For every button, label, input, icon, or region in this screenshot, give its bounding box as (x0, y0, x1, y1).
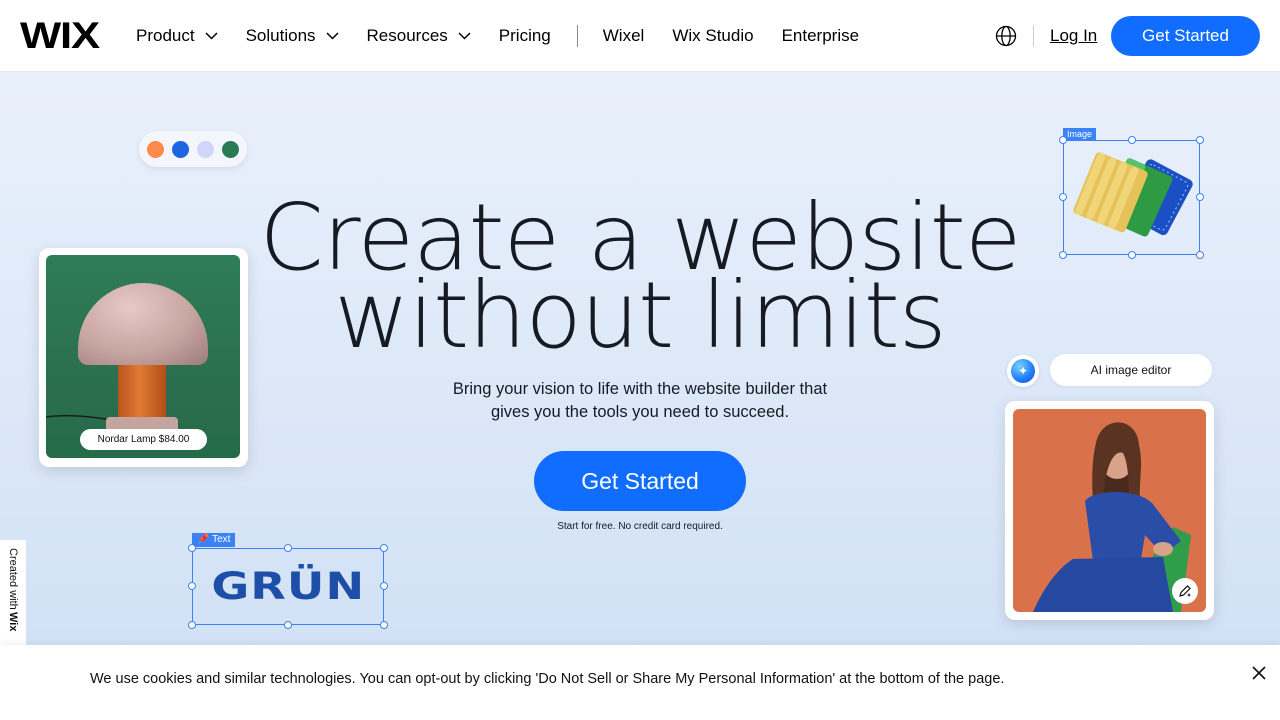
resize-handle[interactable] (380, 621, 388, 629)
chevron-down-icon (326, 32, 339, 40)
nav-resources-label: Resources (366, 26, 448, 45)
close-icon[interactable] (1250, 664, 1268, 682)
resize-handle[interactable] (1196, 251, 1204, 259)
wix-logo[interactable]: WIX (20, 17, 100, 54)
ai-sparkle-button[interactable]: ✦ (1007, 355, 1039, 387)
main-nav: Product Solutions Resources Pricing Wixe… (136, 0, 887, 72)
chevron-down-icon (205, 32, 218, 40)
globe-icon[interactable] (994, 24, 1018, 48)
hero-section: Create a website without limits Bring yo… (0, 72, 1280, 720)
image-selection-label: Image (1063, 128, 1097, 140)
nav-product-label: Product (136, 26, 195, 45)
resize-handle[interactable] (1059, 193, 1067, 201)
cookie-banner: We use cookies and similar technologies.… (0, 645, 1280, 720)
color-palette-card (139, 131, 247, 167)
sparkle-icon: ✦ (1011, 359, 1035, 383)
created-with-brand: Wix (7, 611, 19, 632)
resize-handle[interactable] (1128, 136, 1136, 144)
resize-handle[interactable] (380, 544, 388, 552)
site-header: WIX Product Solutions Resources Pricing … (0, 0, 1280, 72)
resize-handle[interactable] (284, 621, 292, 629)
nav-solutions-label: Solutions (245, 26, 316, 45)
lamp-shade (78, 283, 208, 365)
pin-icon: 📌 (197, 534, 210, 545)
brand-word: GRÜN (211, 564, 365, 609)
woman-photo (1013, 409, 1206, 612)
resize-handle[interactable] (1059, 251, 1067, 259)
nav-pricing-label: Pricing (498, 26, 551, 45)
resize-handle[interactable] (188, 544, 196, 552)
login-link[interactable]: Log In (1050, 26, 1097, 46)
hero-subtitle: Bring your vision to life with the websi… (452, 380, 828, 421)
resize-handle[interactable] (1196, 136, 1204, 144)
product-price-tag: Nordar Lamp $84.00 (80, 429, 207, 450)
created-with-wix-tab[interactable]: Created with Wix (0, 540, 26, 648)
resize-handle[interactable] (188, 582, 196, 590)
edit-image-button[interactable] (1172, 578, 1198, 604)
nav-wixel[interactable]: Wixel (603, 26, 645, 46)
nav-divider (576, 25, 578, 47)
cookie-message: We use cookies and similar technologies.… (90, 671, 1005, 687)
resize-handle[interactable] (188, 621, 196, 629)
header-get-started-button[interactable]: Get Started (1111, 16, 1260, 56)
resize-handle[interactable] (380, 582, 388, 590)
nav-pricing[interactable]: Pricing (499, 26, 551, 46)
nav-wix-studio[interactable]: Wix Studio (672, 26, 753, 46)
nav-product[interactable]: Product (136, 26, 218, 46)
nav-resources[interactable]: Resources (367, 26, 471, 46)
palette-swatch (222, 140, 239, 158)
palette-swatch (172, 140, 189, 158)
text-selection-box[interactable]: GRÜN (192, 548, 384, 625)
header-divider (1033, 25, 1034, 47)
photo-card (1005, 401, 1214, 620)
palette-swatch (147, 140, 164, 158)
nav-enterprise[interactable]: Enterprise (782, 26, 859, 46)
resize-handle[interactable] (1196, 193, 1204, 201)
pencil-sparkle-icon (1179, 585, 1191, 597)
resize-handle[interactable] (284, 544, 292, 552)
chevron-down-icon (458, 32, 471, 40)
hero-get-started-button[interactable]: Get Started (534, 451, 746, 511)
product-card: Nordar Lamp $84.00 (39, 248, 248, 467)
lamp-image: Nordar Lamp $84.00 (46, 255, 240, 458)
palette-swatch (197, 140, 214, 158)
created-with-label: Created with (7, 548, 19, 610)
resize-handle[interactable] (1059, 136, 1067, 144)
nav-solutions[interactable]: Solutions (246, 26, 339, 46)
text-selection-label: 📌 Text (192, 533, 236, 547)
plates-image (1073, 152, 1193, 237)
resize-handle[interactable] (1128, 251, 1136, 259)
ai-image-editor-pill[interactable]: AI image editor (1050, 354, 1212, 386)
text-selection-label-text: Text (212, 534, 231, 545)
